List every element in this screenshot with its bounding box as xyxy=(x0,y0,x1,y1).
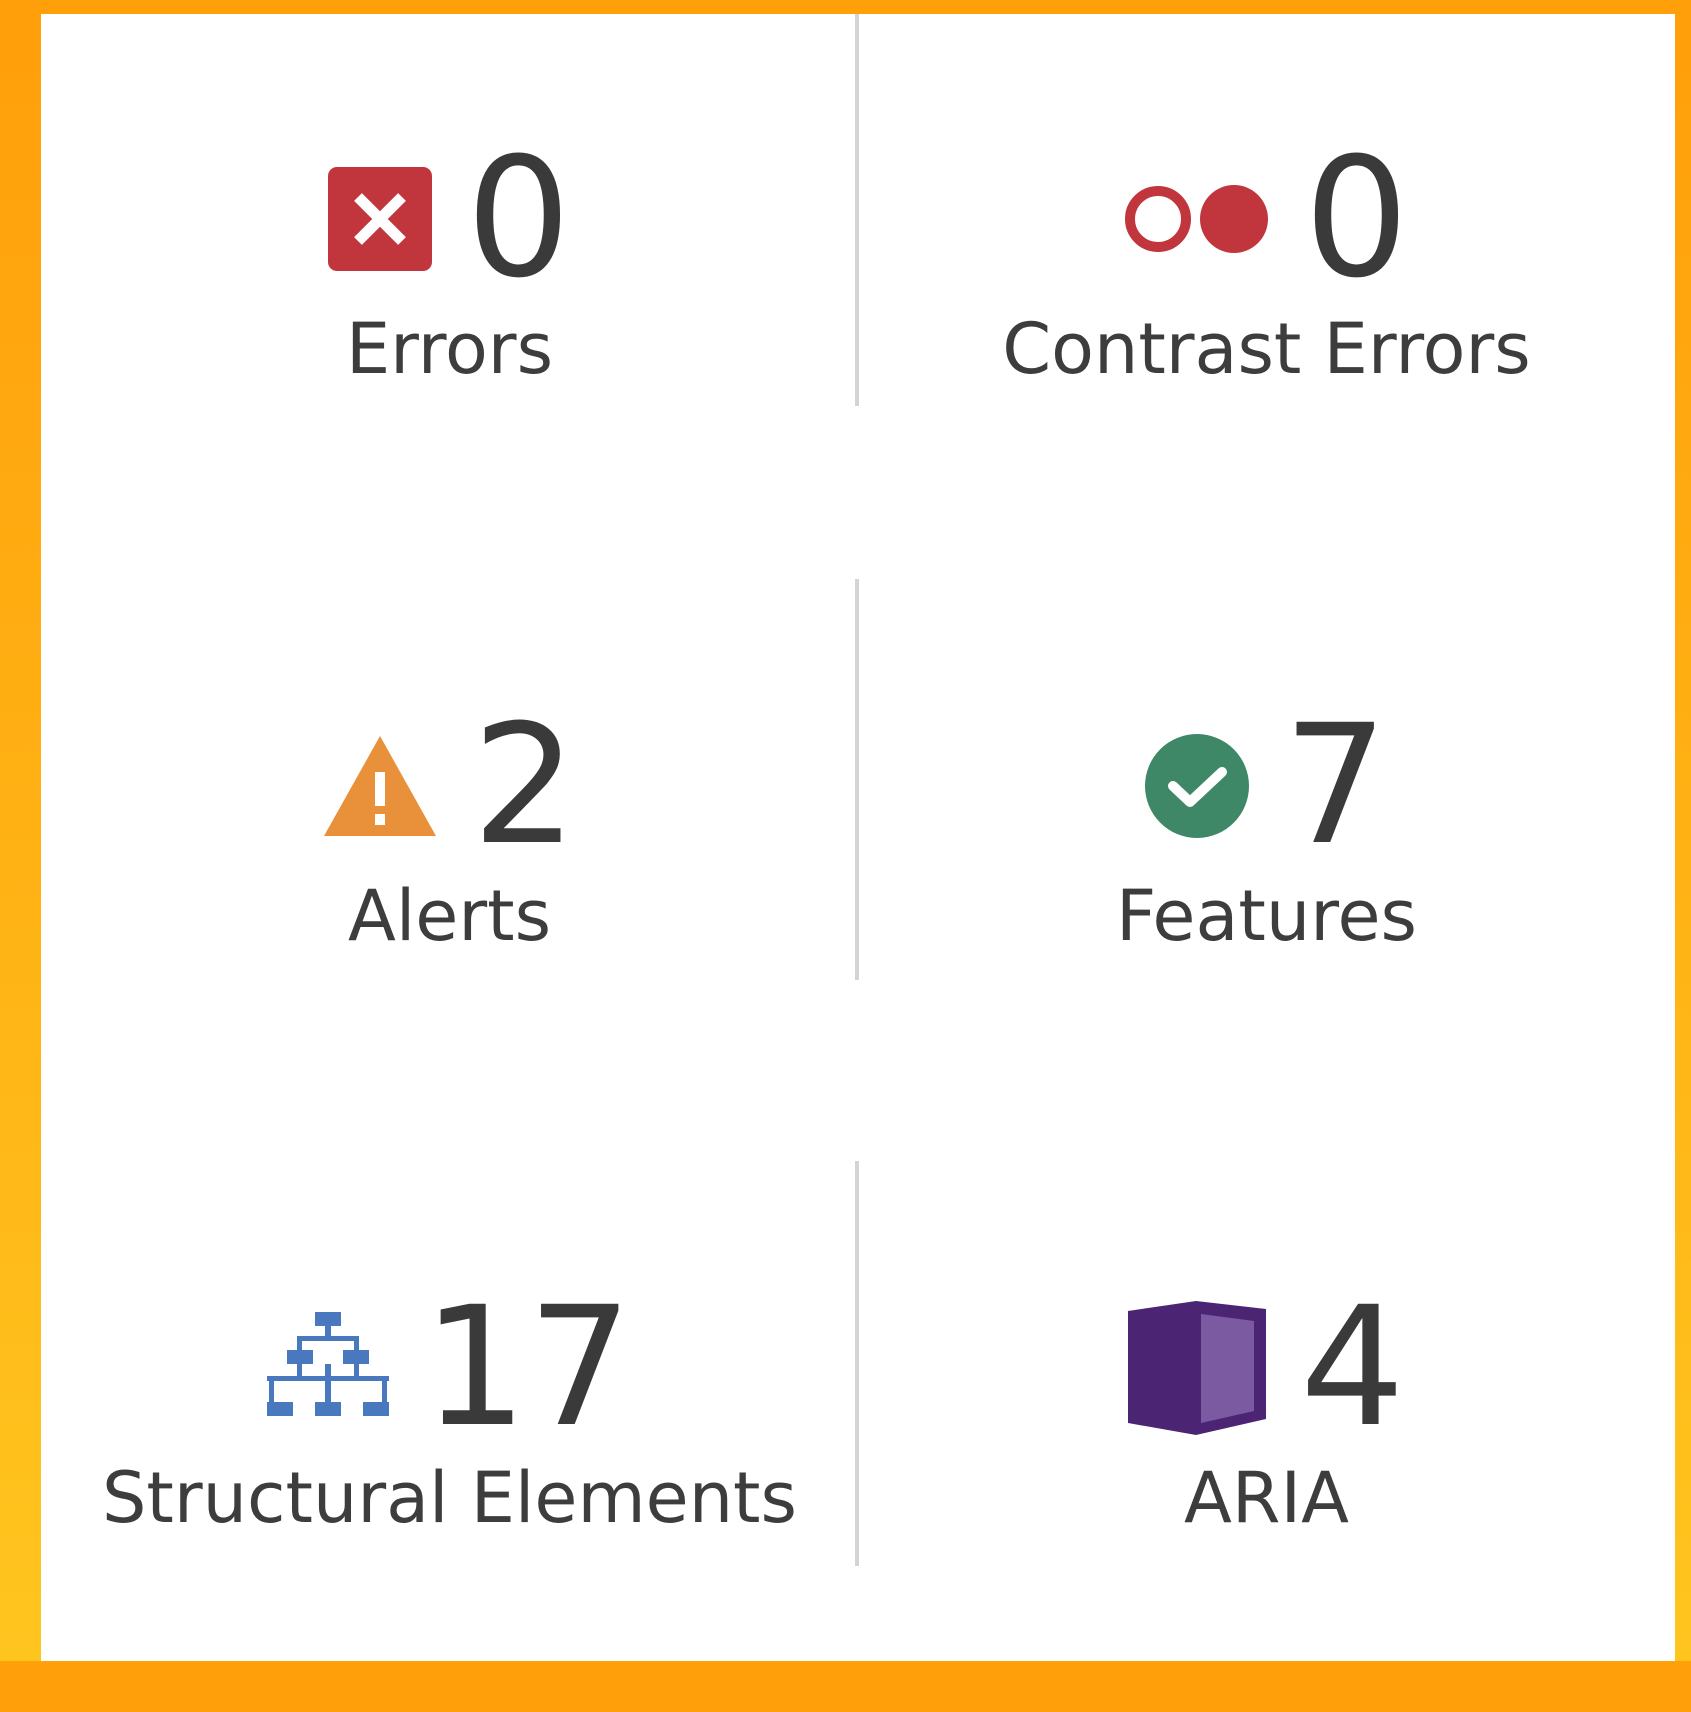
summary-item-errors[interactable]: 0 Errors xyxy=(41,14,858,563)
aria-box-icon xyxy=(1128,1300,1266,1435)
summary-item-features[interactable]: 7 Features xyxy=(858,581,1675,1130)
structural-elements-count: 17 xyxy=(422,1271,633,1463)
summary-item-alerts[interactable]: 2 Alerts xyxy=(41,581,858,1130)
check-circle-icon xyxy=(1145,733,1249,838)
structural-elements-label: Structural Elements xyxy=(102,1457,797,1539)
alert-triangle-icon xyxy=(322,734,438,838)
hierarchy-icon xyxy=(266,1311,389,1424)
errors-label: Errors xyxy=(345,308,554,390)
summary-panel: 0 Errors 0 Contrast Errors 2 Alerts 7 Fe… xyxy=(41,14,1675,1661)
features-count: 7 xyxy=(1283,689,1388,881)
contrast-errors-count: 0 xyxy=(1304,122,1409,314)
aria-label: ARIA xyxy=(1183,1457,1350,1539)
alerts-label: Alerts xyxy=(347,875,552,957)
summary-item-aria[interactable]: 4 ARIA xyxy=(858,1163,1675,1712)
aria-count: 4 xyxy=(1300,1271,1405,1463)
summary-item-contrast-errors[interactable]: 0 Contrast Errors xyxy=(858,14,1675,563)
contrast-icon xyxy=(1124,182,1270,256)
alerts-count: 2 xyxy=(472,689,577,881)
features-label: Features xyxy=(1116,875,1417,957)
summary-item-structural-elements[interactable]: 17 Structural Elements xyxy=(41,1163,858,1712)
contrast-errors-label: Contrast Errors xyxy=(1002,308,1531,390)
error-x-icon xyxy=(328,166,432,271)
errors-count: 0 xyxy=(466,122,571,314)
